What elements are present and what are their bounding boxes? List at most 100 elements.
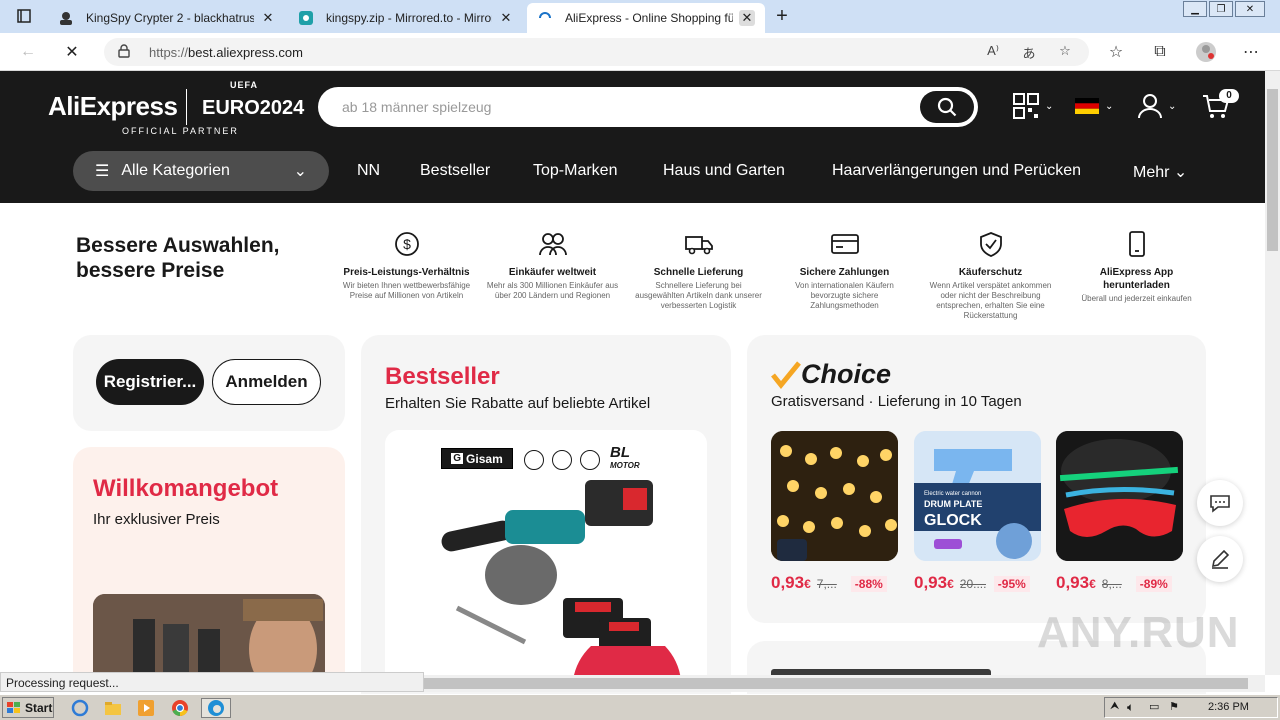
benefits-title: Bessere Auswahlen, bessere Preise: [76, 234, 280, 282]
euro2024-logo: EURO2024: [202, 97, 305, 119]
edge-icon[interactable]: [201, 698, 231, 718]
chat-button[interactable]: [1197, 480, 1243, 526]
tab-title: kingspy.zip - Mirrored.to - Mirrorin: [326, 11, 492, 25]
profile-avatar[interactable]: [1195, 41, 1217, 63]
collections-icon[interactable]: ⧉: [1149, 41, 1171, 63]
search-box[interactable]: ab 18 männer spielzeug: [318, 87, 978, 127]
maximize-button[interactable]: ❐: [1209, 1, 1233, 17]
qr-code-button[interactable]: ⌄: [1013, 91, 1053, 121]
anyrun-watermark: ANY.RUN: [1037, 608, 1240, 657]
logo-divider: [186, 89, 187, 125]
windows-taskbar: Start ⮝ 🔈︎ ▭ ⚑ 2:36 PM: [0, 694, 1280, 720]
svg-text:$: $: [403, 236, 411, 252]
back-arrow-icon[interactable]: ←: [16, 41, 40, 63]
add-favorite-icon[interactable]: ☆: [1056, 43, 1074, 61]
choice-subtitle: Gratisversand · Lieferung in 10 Tagen: [771, 393, 1022, 410]
more-menu-icon[interactable]: ⋯: [1240, 41, 1262, 63]
chat-icon: [1210, 495, 1230, 513]
tab-mirrored[interactable]: kingspy.zip - Mirrored.to - Mirrorin ✕: [288, 3, 524, 33]
read-aloud-icon[interactable]: A⁾: [984, 43, 1002, 61]
search-icon: [937, 97, 957, 117]
all-categories-label: Alle Kategorien: [121, 162, 230, 179]
minimize-button[interactable]: ▁: [1183, 1, 1207, 17]
phone-icon: [1069, 230, 1204, 258]
language-selector[interactable]: ⌄: [1075, 91, 1113, 121]
loading-favicon-icon: [537, 10, 553, 26]
close-icon[interactable]: ✕: [739, 10, 755, 26]
address-toolbar: ← ✕ https://best.aliexpress.com A⁾ あ ☆ ☆…: [0, 33, 1280, 71]
choice-item-price: 0,93 € 20.... -95%: [914, 573, 1030, 595]
vertical-scroll-thumb[interactable]: [1267, 89, 1278, 251]
search-button[interactable]: [920, 91, 974, 123]
tab-kingspy[interactable]: KingSpy Crypter 2 - blackhatrussia ✕: [48, 3, 286, 33]
nav-link-home-garden[interactable]: Haus und Garten: [663, 162, 785, 180]
card-icon: [777, 230, 912, 258]
stop-icon[interactable]: ✕: [60, 41, 84, 63]
choice-title: Choice: [771, 359, 891, 390]
nav-link-top-brands[interactable]: Top-Marken: [533, 162, 617, 180]
tab-title: KingSpy Crypter 2 - blackhatrussia: [86, 11, 254, 25]
register-button[interactable]: Registrier...: [96, 359, 204, 405]
german-flag-icon: [1075, 98, 1099, 114]
close-icon[interactable]: ✕: [498, 10, 514, 26]
clock[interactable]: 2:36 PM: [1208, 701, 1249, 713]
search-input[interactable]: ab 18 männer spielzeug: [342, 99, 491, 115]
media-player-icon[interactable]: [135, 698, 157, 718]
choice-item-lights[interactable]: [771, 431, 898, 561]
welcome-title: Willkomangebot: [93, 475, 279, 502]
svg-text:DRUM PLATE: DRUM PLATE: [924, 499, 982, 509]
nav-link-more[interactable]: Mehr ⌄: [1133, 162, 1187, 182]
tab-aliexpress[interactable]: AliExpress - Online Shopping für ✕: [527, 3, 765, 33]
chrome-icon[interactable]: [169, 698, 191, 718]
status-bar: Processing request...: [0, 672, 424, 692]
dollar-icon: $: [339, 230, 474, 258]
uefa-label: UEFA: [230, 80, 259, 90]
account-card: Registrier... Anmelden: [73, 335, 345, 431]
start-button[interactable]: Start: [2, 697, 54, 718]
login-button[interactable]: Anmelden: [212, 359, 321, 405]
lock-icon[interactable]: [118, 44, 130, 63]
benefit-buyers: Einkäufer weltweit Mehr als 300 Millione…: [485, 230, 620, 301]
benefit-protection: Käuferschutz Wenn Artikel verspätet anko…: [923, 230, 1058, 321]
vertical-scrollbar[interactable]: [1265, 71, 1280, 675]
windows-logo-icon: [7, 701, 20, 713]
aliexpress-logo[interactable]: AliExpress: [48, 91, 178, 122]
flag-icon[interactable]: ⚑: [1169, 700, 1179, 713]
welcome-offer-card[interactable]: Willkomangebot Ihr exklusiver Preis: [73, 447, 345, 689]
address-field[interactable]: https://best.aliexpress.com A⁾ あ ☆: [104, 38, 1089, 66]
benefit-delivery: Schnelle Lieferung Schnellere Lieferung …: [631, 230, 766, 311]
feedback-button[interactable]: [1197, 536, 1243, 582]
tray-expand-icon[interactable]: ⮝: [1110, 700, 1119, 713]
nav-link-nn[interactable]: NN: [357, 162, 380, 180]
account-button[interactable]: ⌄: [1138, 91, 1176, 121]
horizontal-scroll-thumb[interactable]: [424, 678, 1248, 689]
new-tab-button[interactable]: +: [771, 6, 793, 28]
tab-actions-icon[interactable]: [13, 6, 35, 26]
folder-icon[interactable]: [102, 698, 124, 718]
bestseller-card[interactable]: Bestseller Erhalten Sie Rabatte auf beli…: [361, 335, 731, 695]
angle-grinder-product-image[interactable]: G Gisam BL MOTOR: [385, 430, 707, 680]
chevron-down-icon: ⌄: [1168, 100, 1177, 112]
all-categories-button[interactable]: ☰ Alle Kategorien ⌄: [73, 151, 329, 191]
grinder-illustration: [441, 480, 681, 680]
benefit-value: $ Preis-Leistungs-Verhältnis Wir bieten …: [339, 230, 474, 301]
choice-card[interactable]: Choice Gratisversand · Lieferung in 10 T…: [747, 335, 1206, 623]
users-icon: [485, 230, 620, 258]
ie-icon[interactable]: [69, 698, 91, 718]
volume-icon[interactable]: 🔈︎: [1127, 700, 1134, 715]
window-close-button[interactable]: ✕: [1235, 1, 1265, 17]
network-icon[interactable]: ▭: [1149, 700, 1159, 713]
bestseller-subtitle: Erhalten Sie Rabatte auf beliebte Artike…: [385, 395, 651, 412]
choice-item-water-gun[interactable]: Electric water cannon DRUM PLATE GLOCK: [914, 431, 1041, 561]
url-text: https://best.aliexpress.com: [149, 45, 303, 60]
choice-item-sunglasses[interactable]: [1056, 431, 1183, 561]
cart-count-badge: 0: [1219, 89, 1239, 103]
truck-icon: [631, 230, 766, 258]
translate-icon[interactable]: あ: [1020, 43, 1038, 61]
svg-text:GLOCK: GLOCK: [924, 512, 982, 529]
nav-link-hair[interactable]: Haarverlängerungen und Perücken: [832, 162, 1081, 180]
favorites-icon[interactable]: ☆: [1105, 41, 1127, 63]
benefit-app[interactable]: AliExpress App herunterladen Überall und…: [1069, 230, 1204, 304]
close-icon[interactable]: ✕: [260, 10, 276, 26]
nav-link-bestseller[interactable]: Bestseller: [420, 162, 490, 180]
